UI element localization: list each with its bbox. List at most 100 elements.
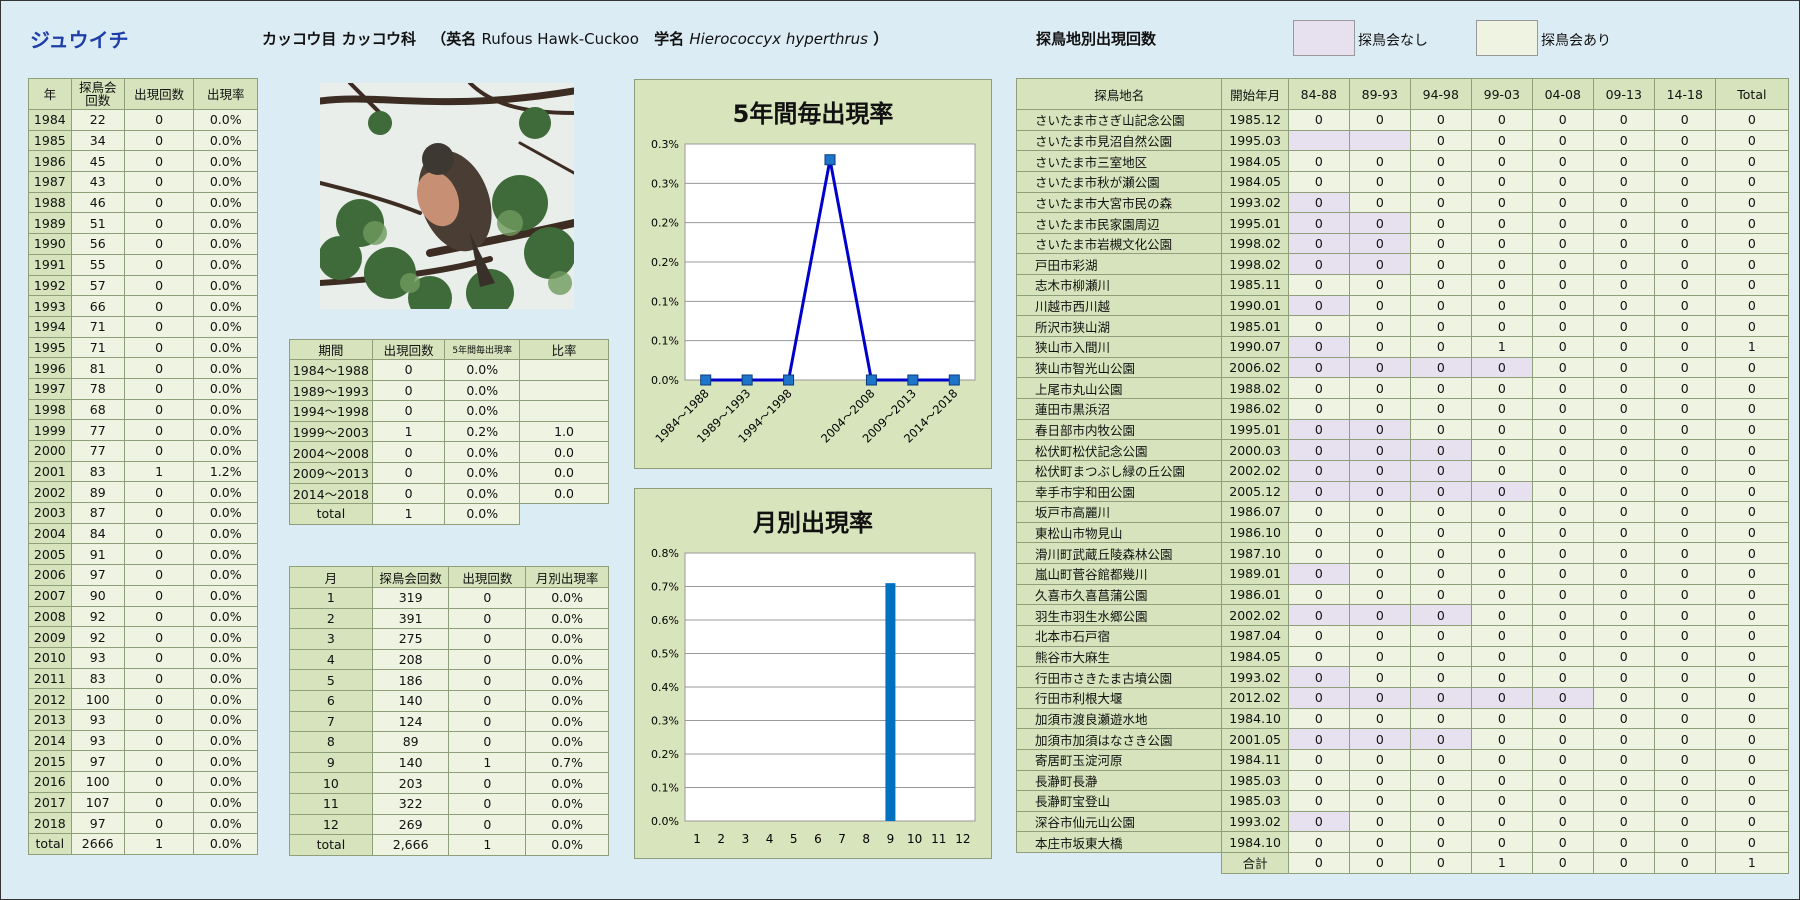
table-cell: 0 (123, 315, 195, 338)
site-count: 0 (1287, 645, 1350, 668)
site-count: 0 (1470, 810, 1533, 833)
table-cell: 57 (70, 274, 125, 297)
table-cell: 1993 (28, 295, 72, 317)
column-header: 探鳥会 回数 (70, 78, 125, 110)
site-name: 深谷市仙元山公園 (1015, 810, 1223, 833)
table-cell: 0 (123, 750, 195, 772)
site-count: 0 (1592, 294, 1655, 317)
site-count (1348, 129, 1411, 152)
table-cell: 2015 (28, 750, 72, 772)
site-name: 久喜市久喜菖蒲公園 (1015, 583, 1223, 606)
table-cell: 51 (70, 212, 125, 235)
table-cell: 22 (70, 109, 125, 131)
table-cell: 0 (123, 584, 195, 607)
table-cell: 0.0% (444, 400, 521, 422)
site-count: 0 (1531, 315, 1594, 338)
table-cell: 97 (70, 564, 125, 586)
site-row: 加須市渡良瀬遊水地 1984.10 0 0 0 0 0 0 0 0 (1015, 707, 1790, 730)
site-count: 0 (1287, 501, 1350, 523)
site-count: 0 (1470, 191, 1533, 214)
site-start-date: 2002.02 (1221, 459, 1289, 482)
site-row: 熊谷市大麻生 1984.05 0 0 0 0 0 0 0 0 (1015, 645, 1790, 668)
site-count: 0 (1409, 604, 1472, 627)
site-row: さいたま市三室地区 1984.05 0 0 0 0 0 0 0 0 (1015, 150, 1790, 172)
table-cell: 0 (123, 481, 195, 504)
table-cell: 81 (70, 357, 125, 379)
site-name: さいたま市岩槻文化公園 (1015, 232, 1223, 255)
site-count: 0 (1714, 439, 1790, 461)
site-count: 0 (1531, 459, 1594, 482)
table-cell: 2007 (28, 584, 72, 607)
site-count: 0 (1409, 501, 1472, 523)
site-count: 0 (1409, 583, 1472, 606)
x-tick-label: 6 (814, 832, 822, 846)
table-cell: 0 (123, 109, 195, 131)
total-cell: 0.0% (444, 503, 521, 525)
site-count: 0 (1348, 625, 1411, 647)
table-cell: 140 (371, 751, 450, 774)
site-count: 0 (1287, 212, 1350, 234)
table-row: 1995 71 0 0.0% (28, 336, 258, 359)
site-count: 0 (1409, 253, 1472, 276)
table-cell (519, 400, 609, 422)
x-tick-label: 1 (693, 832, 701, 846)
table-row: 1992 57 0 0.0% (28, 274, 258, 297)
total-cell: 1 (123, 833, 195, 855)
table-cell: 100 (70, 771, 125, 793)
table-cell: 0 (123, 440, 195, 462)
site-count: 0 (1714, 666, 1790, 688)
site-count: 0 (1653, 625, 1716, 647)
table-cell: 0.0% (193, 253, 258, 276)
table-cell: 89 (371, 731, 450, 753)
site-count: 0 (1531, 212, 1594, 234)
table-row: 2001 83 1 1.2% (28, 460, 258, 483)
site-count: 0 (1348, 831, 1411, 854)
table-cell: 92 (70, 626, 125, 648)
table-cell: 1989 (28, 212, 72, 235)
site-count: 0 (1531, 583, 1594, 606)
site-count: 0 (1348, 728, 1411, 750)
site-count: 0 (1531, 707, 1594, 730)
table-cell: 269 (371, 813, 450, 836)
site-start-date: 1984.10 (1221, 707, 1289, 730)
site-name: さいたま市見沼自然公園 (1015, 129, 1223, 152)
table-cell: 0 (123, 171, 195, 193)
table-cell: 0.0% (193, 481, 258, 504)
table-cell: 7 (289, 710, 373, 733)
y-tick-label: 0.0% (651, 815, 679, 828)
site-count: 0 (1409, 563, 1472, 585)
table-cell: 0 (123, 771, 195, 793)
table-cell: 2014 (28, 729, 72, 752)
site-count: 0 (1470, 439, 1533, 461)
table-row: 2013 93 0 0.0% (28, 708, 258, 731)
table-cell: 66 (70, 295, 125, 317)
site-count: 0 (1348, 212, 1411, 234)
table-row: 1985 34 0 0.0% (28, 129, 258, 152)
table-cell: 1999 (28, 419, 72, 441)
site-name: 行田市利根大堰 (1015, 686, 1223, 709)
site-count: 0 (1470, 707, 1533, 730)
table-cell: 0.0% (525, 607, 609, 630)
data-point (948, 374, 960, 386)
y-tick-label: 0.3% (651, 138, 679, 151)
site-count: 0 (1592, 191, 1655, 214)
table-cell: 0 (448, 710, 527, 733)
table-cell: 1988 (28, 191, 72, 214)
table-cell: 1.0 (519, 420, 609, 443)
table-cell: 0 (448, 587, 527, 609)
site-count: 0 (1287, 748, 1350, 771)
table-cell: 1984 (28, 109, 72, 131)
site-row: さいたま市民家園周辺 1995.01 0 0 0 0 0 0 0 0 (1015, 212, 1790, 234)
site-count: 0 (1714, 315, 1790, 338)
table-row: 3 275 0 0.0% (289, 628, 609, 650)
table-row: 1993 66 0 0.0% (28, 295, 258, 317)
site-count: 0 (1592, 315, 1655, 338)
y-tick-label: 0.0% (651, 374, 679, 387)
site-name: 狭山市入間川 (1015, 336, 1223, 358)
site-count: 0 (1653, 397, 1716, 420)
x-tick-label: 7 (838, 832, 846, 846)
table-cell: 0 (371, 400, 446, 422)
site-name: 志木市柳瀬川 (1015, 274, 1223, 296)
table-cell: 2006 (28, 564, 72, 586)
site-name: 戸田市彩湖 (1015, 253, 1223, 276)
